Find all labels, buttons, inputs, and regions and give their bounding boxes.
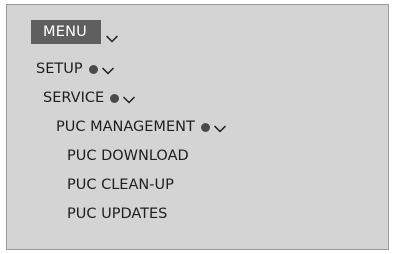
menu-item-puc-cleanup-label: PUC CLEAN-UP xyxy=(67,177,174,193)
menu-item-puc-download[interactable]: PUC DOWNLOAD xyxy=(67,145,189,167)
dot-icon xyxy=(110,93,120,103)
chevron-down-icon[interactable] xyxy=(101,66,115,76)
dot-icon xyxy=(88,64,98,74)
chevron-down-icon[interactable] xyxy=(105,34,119,44)
menu-item-service[interactable]: SERVICE xyxy=(43,87,136,109)
chevron-down-icon[interactable] xyxy=(213,124,227,134)
dot-icon xyxy=(200,122,210,132)
menu-item-setup[interactable]: SETUP xyxy=(36,58,115,80)
menu-item-puc-updates-label: PUC UPDATES xyxy=(67,206,168,222)
menu-item-puc-download-label: PUC DOWNLOAD xyxy=(67,148,189,164)
menu-item-service-label: SERVICE xyxy=(43,90,105,106)
menu-button[interactable]: MENU xyxy=(31,20,101,44)
menu-item-puc-management[interactable]: PUC MANAGEMENT xyxy=(56,116,227,138)
menu-item-puc-management-label: PUC MANAGEMENT xyxy=(56,119,195,135)
menu-item-setup-label: SETUP xyxy=(36,61,83,77)
menu-item-puc-cleanup[interactable]: PUC CLEAN-UP xyxy=(67,174,174,196)
menu-item-puc-updates[interactable]: PUC UPDATES xyxy=(67,203,167,225)
chevron-down-icon[interactable] xyxy=(122,95,136,105)
menu-screen: MENU SETUP SERVICE PUC MANAGEMENT PUC DO… xyxy=(6,4,389,250)
menu-header: MENU xyxy=(31,20,119,44)
